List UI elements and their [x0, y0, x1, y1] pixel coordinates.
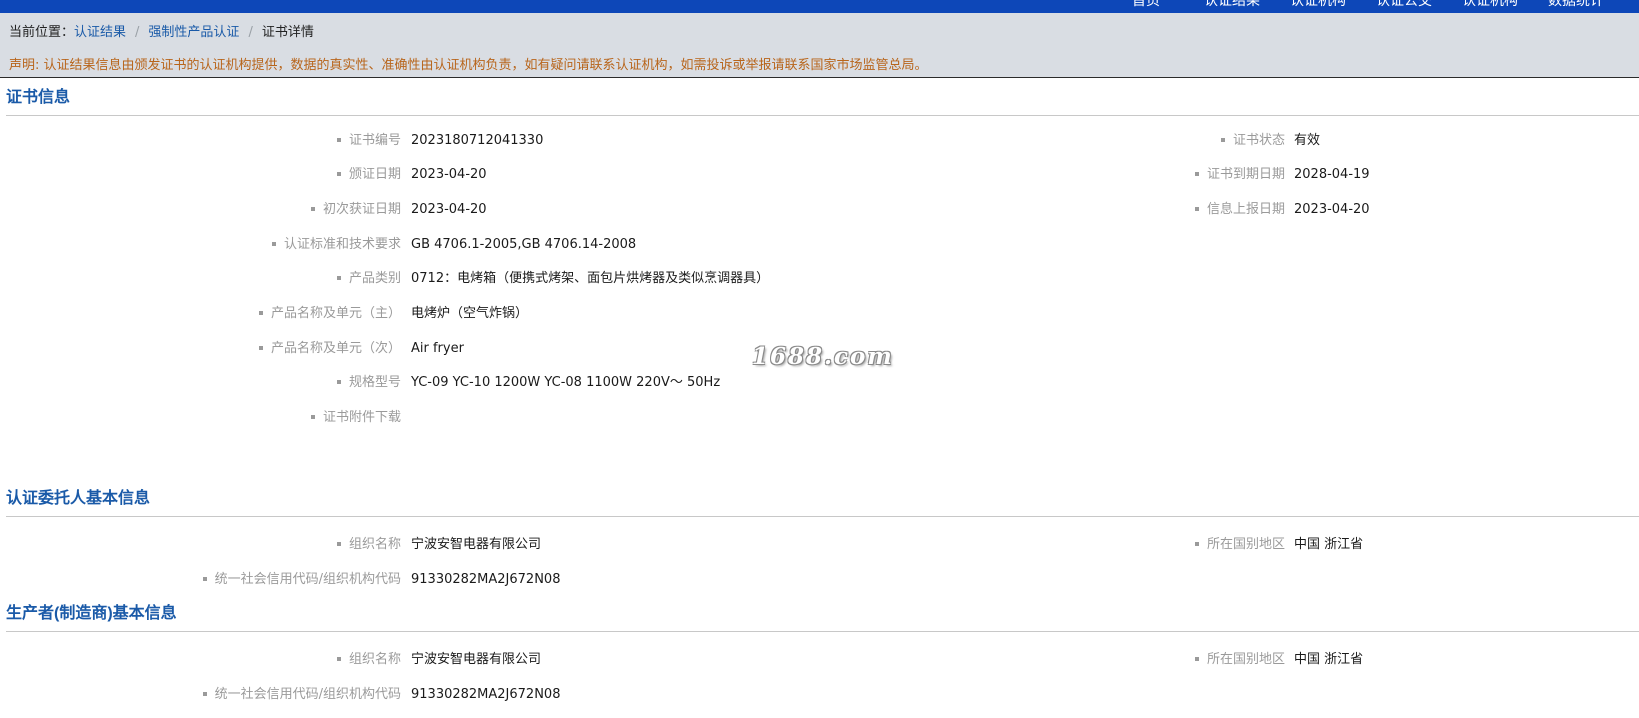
field-label: 统一社会信用代码/组织机构代码 [202, 569, 401, 591]
field-row: 统一社会信用代码/组织机构代码 91330282MA2J672N08 [0, 569, 1639, 591]
field-row: 颁证日期 2023-04-20 证书到期日期 2028-04-19 [0, 164, 1639, 186]
top-nav-item-stats[interactable]: 数据统计 [1533, 0, 1619, 11]
standards: GB 4706.1-2005,GB 4706.14-2008 [411, 237, 637, 252]
product-name-primary: 电烤炉（空气炸锅） [411, 306, 529, 321]
model-spec: YC-09 YC-10 1200W YC-08 1100W 220V～ 50Hz [411, 375, 721, 390]
field-row: 证书编号 2023180712041330 证书状态 有效 [0, 130, 1639, 152]
field-label: 产品名称及单元（主） [258, 303, 401, 325]
bullet-icon [1194, 656, 1199, 661]
field-row: 产品名称及单元（主） 电烤炉（空气炸锅） [0, 303, 1639, 325]
product-name-secondary: Air fryer [411, 341, 464, 356]
bullet-icon [1194, 171, 1199, 176]
top-nav-item-results[interactable]: 认证结果 [1189, 0, 1275, 11]
manufacturer-credit-code: 91330282MA2J672N08 [411, 687, 561, 702]
bullet-icon [202, 691, 207, 696]
bullet-icon [310, 206, 315, 211]
section-divider [6, 115, 1639, 116]
product-category: 0712：电烤箱（便携式烤架、面包片烘烤器及类似烹调器具） [411, 271, 770, 286]
top-nav-item-public[interactable]: 认证公交 [1361, 0, 1447, 11]
field-row: 证书附件下载 [0, 407, 1639, 429]
breadcrumb-separator: / [248, 25, 253, 40]
applicant-region: 中国 浙江省 [1294, 537, 1364, 552]
section-divider [6, 631, 1639, 632]
bullet-icon [336, 171, 341, 176]
field-row: 产品类别 0712：电烤箱（便携式烤架、面包片烘烤器及类似烹调器具） [0, 268, 1639, 290]
field-label: 所在国别地区 [1194, 649, 1285, 671]
section-title-manufacturer: 生产者(制造商)基本信息 [6, 605, 177, 622]
bullet-icon [336, 275, 341, 280]
first-issue-date: 2023-04-20 [411, 202, 487, 217]
issue-date: 2023-04-20 [411, 167, 487, 182]
bullet-icon [1220, 137, 1225, 142]
field-label: 颁证日期 [336, 164, 401, 186]
bullet-icon [1194, 541, 1199, 546]
watermark: 1688.com [752, 343, 894, 370]
bullet-icon [336, 379, 341, 384]
breadcrumb-link-ccc[interactable]: 强制性产品认证 [148, 25, 239, 40]
top-nav-item-rules[interactable]: 认证机构 [1447, 0, 1533, 11]
field-label: 统一社会信用代码/组织机构代码 [202, 684, 401, 706]
bullet-icon [336, 541, 341, 546]
field-label: 初次获证日期 [310, 199, 401, 221]
field-row: 组织名称 宁波安智电器有限公司 所在国别地区 中国 浙江省 [0, 534, 1639, 556]
top-nav-bar: 首页 认证结果 认证机构 认证公交 认证机构 数据统计 [0, 0, 1639, 13]
manufacturer-org-name: 宁波安智电器有限公司 [411, 652, 542, 667]
bullet-icon [336, 656, 341, 661]
bullet-icon [336, 137, 341, 142]
field-label: 规格型号 [336, 372, 401, 394]
bullet-icon [310, 414, 315, 419]
bullet-icon [271, 241, 276, 246]
breadcrumb-panel: 当前位置：认证结果 / 强制性产品认证 / 证书详情 声明: 认证结果信息由颁发证书的认… [0, 13, 1639, 78]
section-divider [6, 516, 1639, 517]
field-row: 初次获证日期 2023-04-20 信息上报日期 2023-04-20 [0, 199, 1639, 221]
field-label: 证书附件下载 [310, 407, 401, 429]
field-label: 组织名称 [336, 534, 401, 556]
breadcrumb-link-results[interactable]: 认证结果 [74, 25, 126, 40]
top-nav: 首页 认证结果 认证机构 认证公交 认证机构 数据统计 [1103, 0, 1619, 11]
bullet-icon [258, 345, 263, 350]
field-label: 组织名称 [336, 649, 401, 671]
field-label: 认证标准和技术要求 [271, 234, 401, 256]
breadcrumb-prefix: 当前位置： [9, 25, 75, 40]
field-label: 产品名称及单元（次） [258, 338, 401, 360]
bullet-icon [258, 310, 263, 315]
certificate-status: 有效 [1294, 133, 1321, 148]
breadcrumb-separator: / [135, 25, 140, 40]
expiry-date: 2028-04-19 [1294, 167, 1370, 182]
field-label: 证书编号 [336, 130, 401, 152]
applicant-org-name: 宁波安智电器有限公司 [411, 537, 542, 552]
applicant-credit-code: 91330282MA2J672N08 [411, 572, 561, 587]
field-label: 证书到期日期 [1194, 164, 1285, 186]
field-row: 认证标准和技术要求 GB 4706.1-2005,GB 4706.14-2008 [0, 234, 1639, 256]
breadcrumb-current: 证书详情 [261, 25, 314, 40]
field-row: 统一社会信用代码/组织机构代码 91330282MA2J672N08 [0, 684, 1639, 706]
field-row: 规格型号 YC-09 YC-10 1200W YC-08 1100W 220V～… [0, 372, 1639, 394]
bullet-icon [202, 576, 207, 581]
certificate-number: 2023180712041330 [411, 133, 544, 148]
top-nav-item-agencies[interactable]: 认证机构 [1275, 0, 1361, 11]
report-date: 2023-04-20 [1294, 202, 1370, 217]
field-row: 组织名称 宁波安智电器有限公司 所在国别地区 中国 浙江省 [0, 649, 1639, 671]
field-label: 产品类别 [336, 268, 401, 290]
section-title-applicant: 认证委托人基本信息 [6, 490, 151, 507]
field-label: 所在国别地区 [1194, 534, 1285, 556]
field-label: 证书状态 [1220, 130, 1285, 152]
section-title-certificate: 证书信息 [6, 89, 71, 106]
breadcrumb: 当前位置：认证结果 / 强制性产品认证 / 证书详情 [9, 23, 314, 43]
bullet-icon [1194, 206, 1199, 211]
manufacturer-region: 中国 浙江省 [1294, 652, 1364, 667]
field-label: 信息上报日期 [1194, 199, 1285, 221]
disclaimer-notice: 声明: 认证结果信息由颁发证书的认证机构提供，数据的真实性、准确性由认证机构负责… [9, 58, 928, 73]
top-nav-item-home[interactable]: 首页 [1103, 0, 1189, 11]
